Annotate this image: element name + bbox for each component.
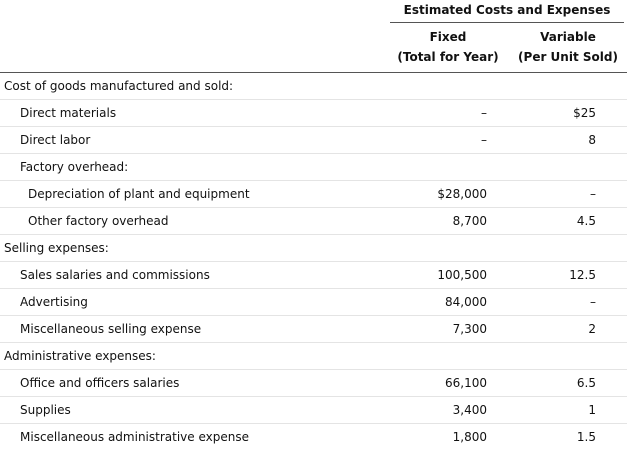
table-row: Selling expenses:	[0, 235, 627, 262]
variable-cost: 12.5	[569, 268, 596, 282]
header-variable: Variable	[540, 30, 596, 44]
row-label: Other factory overhead	[28, 214, 169, 228]
fixed-cost: 84,000	[445, 295, 487, 309]
header-variable-subtitle: (Per Unit Sold)	[518, 50, 618, 64]
row-label: Administrative expenses:	[4, 349, 156, 363]
variable-cost: 1.5	[576, 430, 596, 444]
variable-cost: 2	[588, 322, 596, 336]
table-row: Direct materials – $25	[0, 100, 627, 127]
row-label: Miscellaneous selling expense	[20, 322, 202, 336]
fixed-cost: 100,500	[437, 268, 487, 282]
variable-cost: 8	[588, 133, 596, 147]
fixed-cost: 3,400	[452, 403, 487, 417]
header-fixed: Fixed	[429, 30, 467, 44]
variable-cost: 1	[588, 403, 596, 417]
fixed-cost: 8,700	[452, 214, 487, 228]
variable-cost: –	[590, 295, 596, 309]
fixed-cost: $28,000	[437, 187, 487, 201]
table-row: Direct labor – 8	[0, 127, 627, 154]
variable-cost: $25	[573, 106, 596, 120]
cost-expense-table: Estimated Costs and Expenses Fixed (Tota…	[0, 0, 627, 450]
header-estimated-costs: Estimated Costs and Expenses	[390, 0, 624, 23]
fixed-cost: 7,300	[452, 322, 487, 336]
table-row: Sales salaries and commissions 100,500 1…	[0, 262, 627, 289]
row-label: Selling expenses:	[4, 241, 109, 255]
table-row: Supplies 3,400 1	[0, 397, 627, 424]
row-label: Advertising	[20, 295, 88, 309]
fixed-cost: –	[481, 133, 487, 147]
row-label: Cost of goods manufactured and sold:	[4, 79, 234, 93]
table-row: Administrative expenses:	[0, 343, 627, 370]
table-row: Office and officers salaries 66,100 6.5	[0, 370, 627, 397]
fixed-cost: –	[481, 106, 487, 120]
table-row: Cost of goods manufactured and sold:	[0, 73, 627, 100]
table-row: Miscellaneous administrative expense 1,8…	[0, 424, 627, 451]
row-label: Supplies	[20, 403, 71, 417]
row-label: Direct labor	[20, 133, 91, 147]
table-row: Miscellaneous selling expense 7,300 2	[0, 316, 627, 343]
variable-cost: 4.5	[576, 214, 596, 228]
table-row: Other factory overhead 8,700 4.5	[0, 208, 627, 235]
row-label: Miscellaneous administrative expense	[20, 430, 249, 444]
table-row: Depreciation of plant and equipment $28,…	[0, 181, 627, 208]
variable-cost: –	[590, 187, 596, 201]
fixed-cost: 66,100	[445, 376, 487, 390]
row-label: Office and officers salaries	[20, 376, 180, 390]
variable-cost: 6.5	[576, 376, 596, 390]
table-row: Advertising 84,000 –	[0, 289, 627, 316]
header-fixed-subtitle: (Total for Year)	[397, 50, 499, 64]
table-row: Factory overhead:	[0, 154, 627, 181]
fixed-cost: 1,800	[452, 430, 487, 444]
row-label: Sales salaries and commissions	[20, 268, 210, 282]
row-label: Depreciation of plant and equipment	[28, 187, 250, 201]
row-label: Direct materials	[20, 106, 117, 120]
row-label: Factory overhead:	[20, 160, 129, 174]
